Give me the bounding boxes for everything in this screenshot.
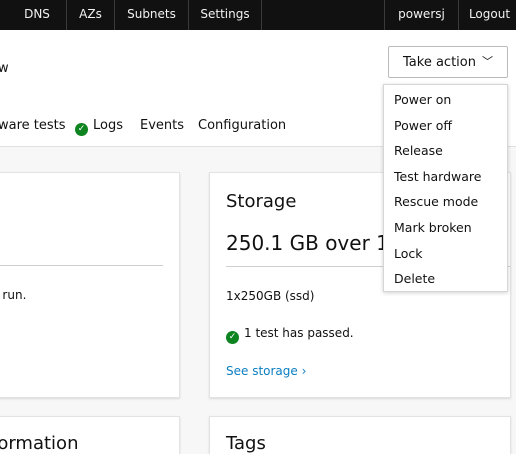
nav-item-settings[interactable]: Settings bbox=[188, 0, 262, 30]
card-divider bbox=[0, 265, 163, 266]
left-card-text: n run. bbox=[0, 288, 27, 302]
storage-test-text: 1 test has passed. bbox=[244, 326, 354, 340]
information-title: formation bbox=[0, 433, 79, 454]
nav-item-user[interactable]: powersj bbox=[384, 0, 458, 30]
success-check-icon: ✓ bbox=[75, 123, 88, 136]
tab-logs-label: Logs bbox=[93, 118, 123, 133]
storage-test-status: ✓ 1 test has passed. bbox=[226, 326, 354, 344]
tab-logs[interactable]: ✓ Logs bbox=[75, 118, 123, 136]
tags-card: Tags bbox=[209, 416, 511, 454]
tab-hardware-tests-label: ware tests bbox=[0, 118, 66, 133]
tab-hardware-tests[interactable]: ware tests bbox=[0, 118, 66, 133]
menu-item-test-hardware[interactable]: Test hardware bbox=[384, 164, 507, 190]
information-card: formation bbox=[0, 416, 180, 454]
tab-events[interactable]: Events bbox=[140, 118, 184, 133]
top-navigation: DNS AZs Subnets Settings powersj Logout bbox=[0, 0, 516, 30]
nav-item-azs[interactable]: AZs bbox=[66, 0, 114, 30]
take-action-menu: Power on Power off Release Test hardware… bbox=[383, 84, 508, 292]
chevron-down-icon: ﹀ bbox=[481, 55, 493, 68]
storage-title: Storage bbox=[226, 191, 297, 212]
tab-events-label: Events bbox=[140, 118, 185, 133]
menu-item-mark-broken[interactable]: Mark broken bbox=[384, 215, 507, 241]
menu-item-delete[interactable]: Delete bbox=[384, 266, 507, 292]
menu-item-power-off[interactable]: Power off bbox=[384, 113, 507, 139]
storage-size: 250.1 GB over 1 bbox=[226, 231, 389, 255]
page-title: w bbox=[0, 61, 9, 76]
nav-item-logout[interactable]: Logout bbox=[458, 0, 516, 30]
left-summary-card: n run. bbox=[0, 172, 180, 398]
take-action-label: Take action bbox=[403, 55, 476, 70]
nav-item-dns[interactable]: DNS bbox=[8, 0, 66, 30]
menu-item-rescue-mode[interactable]: Rescue mode bbox=[384, 189, 507, 215]
take-action-button[interactable]: Take action ﹀ bbox=[388, 46, 508, 78]
menu-item-release[interactable]: Release bbox=[384, 138, 507, 164]
see-storage-link[interactable]: See storage › bbox=[226, 364, 306, 378]
tab-configuration[interactable]: Configuration bbox=[198, 118, 286, 133]
menu-item-lock[interactable]: Lock bbox=[384, 241, 507, 267]
tab-configuration-label: Configuration bbox=[198, 118, 287, 133]
storage-disks: 1x250GB (ssd) bbox=[226, 289, 315, 303]
menu-item-power-on[interactable]: Power on bbox=[384, 87, 507, 113]
tags-title: Tags bbox=[226, 433, 266, 454]
success-check-icon: ✓ bbox=[226, 331, 239, 344]
nav-item-subnets[interactable]: Subnets bbox=[114, 0, 188, 30]
